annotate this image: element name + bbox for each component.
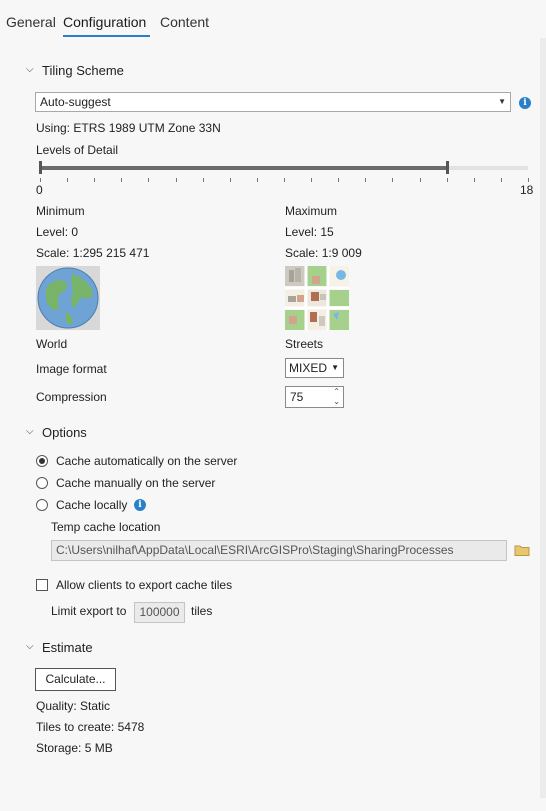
quality-value: Static bbox=[80, 699, 111, 713]
storage-row: Storage: 5 MB bbox=[36, 741, 113, 755]
using-row: Using: ETRS 1989 UTM Zone 33N bbox=[36, 121, 221, 135]
storage-value: 5 MB bbox=[84, 741, 113, 755]
tiles-label: Tiles to create: bbox=[36, 720, 115, 734]
tiling-scheme-title: Tiling Scheme bbox=[42, 63, 124, 78]
maximum-scale-label: Scale: bbox=[285, 246, 319, 260]
temp-cache-location-label: Temp cache location bbox=[51, 520, 161, 534]
lod-slider-max-handle[interactable] bbox=[445, 161, 449, 174]
info-icon[interactable]: i bbox=[519, 97, 531, 109]
minimum-image-caption: World bbox=[36, 337, 68, 351]
image-format-select[interactable]: MIXED ▼ bbox=[285, 358, 344, 378]
quality-label: Quality: bbox=[36, 699, 77, 713]
options-title: Options bbox=[42, 425, 87, 440]
calculate-button[interactable]: Calculate... bbox=[35, 668, 116, 691]
using-value: ETRS 1989 UTM Zone 33N bbox=[73, 121, 221, 135]
limit-export-unit: tiles bbox=[191, 604, 213, 618]
lod-tick bbox=[202, 178, 204, 182]
maximum-image-caption: Streets bbox=[285, 337, 324, 351]
lod-tick bbox=[40, 178, 41, 182]
tab-general[interactable]: General bbox=[6, 14, 56, 30]
lod-tick bbox=[148, 178, 150, 182]
vertical-scrollbar[interactable] bbox=[540, 38, 546, 798]
radio-cache-locally[interactable] bbox=[36, 499, 48, 511]
radio-cache-locally-label[interactable]: Cache locally bbox=[56, 498, 127, 512]
lod-tick bbox=[311, 178, 313, 182]
globe-icon bbox=[36, 266, 100, 330]
lod-tick bbox=[446, 178, 448, 182]
minimum-level: Level: 0 bbox=[36, 225, 78, 239]
lod-tick bbox=[256, 178, 258, 182]
tab-strip: General Configuration Content bbox=[0, 0, 546, 40]
maximum-title: Maximum bbox=[285, 204, 338, 218]
compression-value: 75 bbox=[290, 390, 304, 404]
tiling-scheme-selected: Auto-suggest bbox=[40, 95, 111, 109]
dropdown-arrow-icon: ▼ bbox=[331, 363, 339, 372]
folder-icon[interactable] bbox=[514, 543, 530, 557]
lod-max-tick-label: 18 bbox=[520, 183, 534, 197]
allow-export-checkbox[interactable] bbox=[36, 579, 48, 591]
estimate-title: Estimate bbox=[42, 640, 93, 655]
radio-cache-manually-label[interactable]: Cache manually on the server bbox=[56, 476, 215, 490]
chevron-down-icon: ⌵ bbox=[26, 641, 34, 652]
minimum-scale-label: Scale: bbox=[36, 246, 70, 260]
chevron-down-icon: ⌵ bbox=[26, 64, 34, 75]
image-format-label: Image format bbox=[36, 362, 107, 376]
maximum-level: Level: 15 bbox=[285, 225, 334, 239]
compression-label: Compression bbox=[36, 390, 107, 404]
minimum-level-label: Level: bbox=[36, 225, 69, 239]
minimum-title: Minimum bbox=[36, 204, 85, 218]
lod-tick bbox=[67, 178, 69, 182]
storage-label: Storage: bbox=[36, 741, 82, 755]
maximum-scale: Scale: 1:9 009 bbox=[285, 246, 362, 260]
lod-tick bbox=[528, 178, 529, 182]
active-tab-indicator bbox=[63, 35, 150, 37]
estimate-header[interactable]: ⌵ Estimate bbox=[26, 640, 93, 655]
quality-row: Quality: Static bbox=[36, 699, 110, 713]
dropdown-arrow-icon: ▼ bbox=[498, 97, 506, 106]
maximum-level-value: 15 bbox=[320, 225, 334, 239]
options-header[interactable]: ⌵ Options bbox=[26, 425, 87, 440]
chevron-down-icon: ⌵ bbox=[26, 426, 34, 437]
info-icon[interactable]: i bbox=[134, 499, 146, 511]
tiles-value: 5478 bbox=[117, 720, 145, 734]
maximum-level-label: Level: bbox=[285, 225, 318, 239]
lod-tick bbox=[175, 178, 177, 182]
streets-map-icon bbox=[285, 266, 349, 330]
tiles-row: Tiles to create: 5478 bbox=[36, 720, 144, 734]
tiling-scheme-dropdown[interactable]: Auto-suggest ▼ bbox=[35, 92, 511, 112]
using-label: Using: bbox=[36, 121, 71, 135]
minimum-level-value: 0 bbox=[71, 225, 79, 239]
limit-export-label: Limit export to bbox=[51, 604, 127, 618]
tab-configuration[interactable]: Configuration bbox=[63, 14, 146, 30]
allow-export-label[interactable]: Allow clients to export cache tiles bbox=[56, 578, 232, 592]
lod-tick bbox=[365, 178, 367, 182]
lod-tick bbox=[94, 178, 96, 182]
temp-cache-location-input[interactable]: C:\Users\nilhaf\AppData\Local\ESRI\ArcGI… bbox=[51, 540, 507, 561]
radio-cache-automatically-label[interactable]: Cache automatically on the server bbox=[56, 454, 237, 468]
lod-tick bbox=[500, 178, 502, 182]
lod-tick bbox=[284, 178, 285, 182]
minimum-scale-value: 1:295 215 471 bbox=[72, 246, 150, 260]
lod-tick bbox=[229, 178, 231, 182]
radio-cache-automatically[interactable] bbox=[36, 455, 48, 467]
chevron-down-icon[interactable]: ⌄ bbox=[333, 397, 340, 407]
tiling-scheme-header[interactable]: ⌵ Tiling Scheme bbox=[26, 63, 124, 78]
chevron-up-icon[interactable]: ⌃ bbox=[333, 387, 340, 397]
lod-tick bbox=[392, 178, 394, 182]
lod-slider-range bbox=[40, 166, 447, 170]
tab-content[interactable]: Content bbox=[160, 14, 209, 30]
image-format-value: MIXED bbox=[289, 361, 328, 375]
limit-export-input[interactable]: 100000 bbox=[134, 602, 185, 623]
compression-stepper[interactable]: 75 ⌃ ⌄ bbox=[285, 386, 344, 408]
minimum-scale: Scale: 1:295 215 471 bbox=[36, 246, 149, 260]
lod-tick bbox=[419, 178, 421, 182]
lod-tick bbox=[121, 178, 123, 182]
lod-min-tick-label: 0 bbox=[36, 183, 43, 197]
levels-of-detail-label: Levels of Detail bbox=[36, 143, 119, 157]
radio-cache-manually[interactable] bbox=[36, 477, 48, 489]
lod-tick bbox=[473, 178, 475, 182]
lod-tick bbox=[338, 178, 340, 182]
lod-slider-min-handle[interactable] bbox=[39, 161, 42, 174]
maximum-scale-value: 1:9 009 bbox=[321, 246, 362, 260]
